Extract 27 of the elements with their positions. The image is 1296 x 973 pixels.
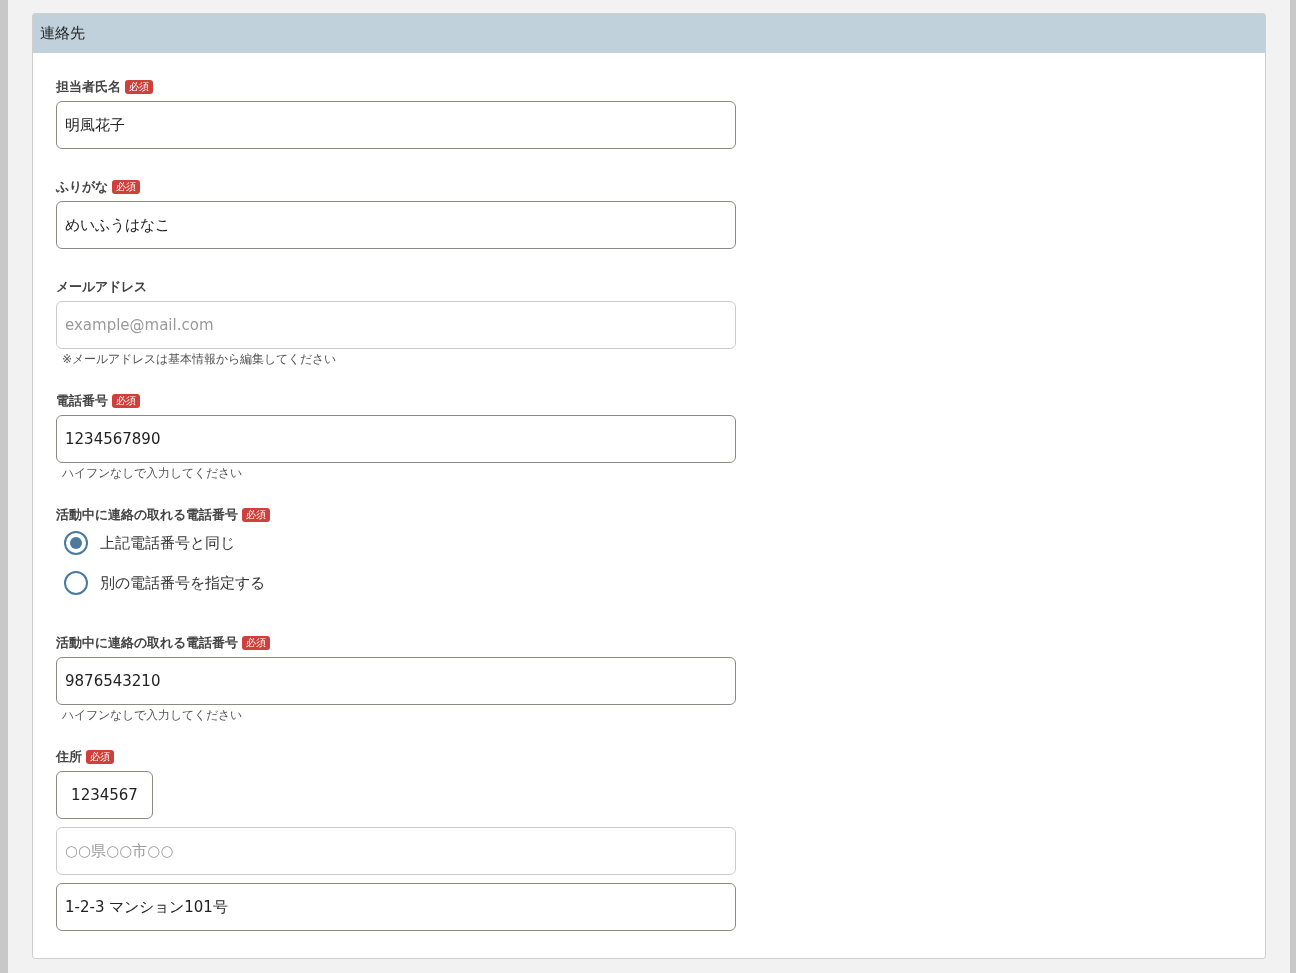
address-input[interactable]: 1-2-3 マンション101号 [56, 883, 736, 931]
required-badge: 必須 [242, 636, 270, 650]
help-text: ハイフンなしで入力してください [61, 708, 243, 723]
panel-title: 連絡先 [40, 23, 85, 45]
help-text: ハイフンなしで入力してください [61, 466, 243, 481]
postal-code-input[interactable]: 1234567 [56, 771, 153, 819]
required-badge: 必須 [112, 394, 140, 408]
field-label: 活動中に連絡の取れる電話番号 [56, 506, 238, 525]
field-label: 住所 [56, 748, 82, 767]
text-input[interactable]: 明風花子 [56, 101, 736, 149]
radio-option[interactable]: 上記電話番号と同じ [64, 531, 1265, 555]
field-label: 電話番号 [56, 392, 108, 411]
required-badge: 必須 [125, 80, 153, 94]
radio-button[interactable] [64, 571, 88, 595]
required-badge: 必須 [112, 180, 140, 194]
required-badge: 必須 [242, 508, 270, 522]
text-input[interactable]: めいふうはなこ [56, 201, 736, 249]
radio-option[interactable]: 別の電話番号を指定する [64, 571, 1265, 595]
required-badge: 必須 [86, 750, 114, 764]
text-input[interactable]: 9876543210 [56, 657, 736, 705]
field-label: 活動中に連絡の取れる電話番号 [56, 634, 238, 653]
text-input[interactable]: 1234567890 [56, 415, 736, 463]
field-label: ふりがな [56, 178, 108, 197]
field-label: メールアドレス [56, 278, 147, 297]
help-text: ※メールアドレスは基本情報から編集してください [61, 352, 338, 367]
field-label: 担当者氏名 [56, 78, 121, 97]
radio-button[interactable] [64, 531, 88, 555]
